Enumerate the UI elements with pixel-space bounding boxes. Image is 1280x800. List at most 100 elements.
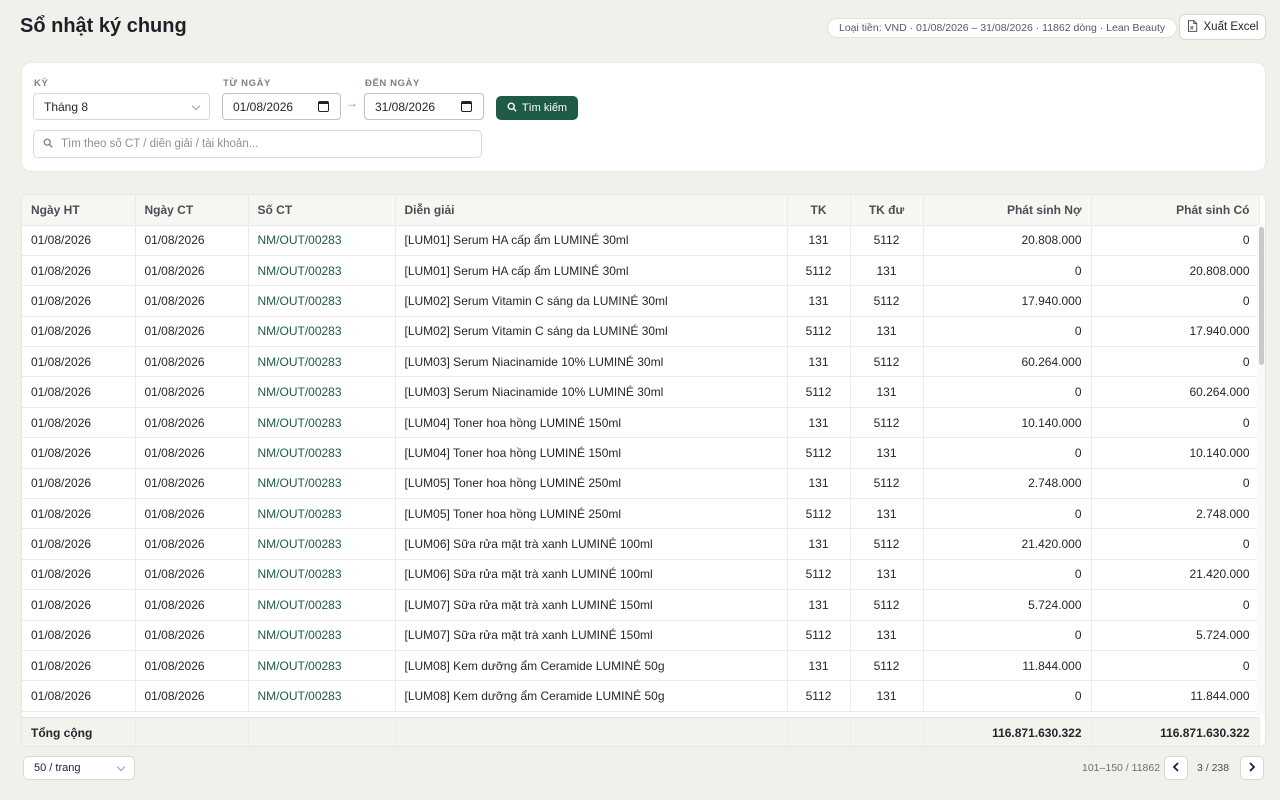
total-row: Tổng cộng 116.871.630.322 116.871.630.32… [22,717,1260,746]
column-header-description[interactable]: Diễn giải [395,195,788,226]
cell-credit: 0 [1091,346,1260,378]
cell-document-no[interactable]: NM/OUT/00283 [248,407,396,439]
column-header-document-no[interactable]: Số CT [248,195,396,226]
cell-description: [LUM06] Sữa rửa mặt trà xanh LUMINÉ 100m… [395,528,788,560]
cell-posting-date: 01/08/2026 [22,589,136,621]
per-page-value: 50 / trang [34,762,81,774]
total-debit: 116.871.630.322 [923,718,1092,746]
cell-document-date: 01/08/2026 [135,255,249,287]
arrow-right-icon: → [346,96,358,110]
search-icon [507,101,517,115]
cell-document-no[interactable]: NM/OUT/00283 [248,285,396,317]
keyword-search-input[interactable] [61,138,461,150]
table-row[interactable]: 01/08/2026 01/08/2026 NM/OUT/00283 [LUM01] … [22,255,1260,287]
cell-document-no[interactable]: NM/OUT/00283 [248,650,396,682]
cell-description: [LUM07] Sữa rửa mặt trà xanh LUMINÉ 150m… [395,589,788,621]
cell-document-date: 01/08/2026 [135,407,249,439]
previous-page-button[interactable] [1164,756,1188,780]
cell-document-no[interactable]: NM/OUT/00283 [248,437,396,469]
cell-contra-account: 5112 [850,589,924,621]
cell-document-no[interactable]: NM/OUT/00283 [248,620,396,651]
to-date-input[interactable]: 31/08/2026 [364,93,484,120]
table-row[interactable]: 01/08/2026 01/08/2026 NM/OUT/00283 [LUM02] … [22,316,1260,348]
cell-document-date: 01/08/2026 [135,468,249,500]
cell-account: 131 [787,285,851,317]
cell-debit: 2.748.000 [923,468,1092,500]
column-header-debit[interactable]: Phát sinh Nợ [923,195,1092,226]
cell-credit: 10.140.000 [1091,437,1260,469]
cell-debit: 0 [923,620,1092,651]
column-header-credit[interactable]: Phát sinh Có [1091,195,1260,226]
table-row[interactable]: 01/08/2026 01/08/2026 NM/OUT/00283 [LUM06] … [22,559,1260,591]
cell-account: 131 [787,346,851,378]
period-select[interactable]: Tháng 8 [33,93,210,120]
table-row[interactable]: 01/08/2026 01/08/2026 NM/OUT/00283 [LUM03] … [22,346,1260,378]
table-row[interactable]: 01/08/2026 01/08/2026 NM/OUT/00283 [LUM08] … [22,650,1260,682]
cell-document-no[interactable]: NM/OUT/00283 [248,468,396,500]
table-header-row: Ngày HT Ngày CT Số CT Diễn giải TK TK đư… [22,195,1260,226]
table-row[interactable]: 01/08/2026 01/08/2026 NM/OUT/00283 [LUM04] … [22,407,1260,439]
table-row[interactable]: 01/08/2026 01/08/2026 NM/OUT/00283 [LUM07] … [22,620,1260,651]
cell-account: 131 [787,468,851,500]
cell-account: 5112 [787,498,851,530]
table-row[interactable]: 01/08/2026 01/08/2026 NM/OUT/00283 [LUM02] … [22,285,1260,317]
cell-debit: 0 [923,559,1092,591]
cell-description: [LUM05] Toner hoa hồng LUMINÉ 250ml [395,498,788,530]
cell-credit: 11.844.000 [1091,680,1260,712]
table-row[interactable]: 01/08/2026 01/08/2026 NM/OUT/00283 [LUM07] … [22,589,1260,621]
cell-document-no[interactable]: NM/OUT/00283 [248,498,396,530]
cell-credit: 0 [1091,589,1260,621]
column-header-document-date[interactable]: Ngày CT [135,195,249,226]
table-row[interactable]: 01/08/2026 01/08/2026 NM/OUT/00283 [LUM06] … [22,528,1260,560]
cell-credit: 20.808.000 [1091,255,1260,287]
cell-description: [LUM03] Serum Niacinamide 10% LUMINÉ 30m… [395,346,788,378]
cell-document-no[interactable]: NM/OUT/00283 [248,225,396,256]
cell-document-no[interactable]: NM/OUT/00283 [248,528,396,560]
keyword-search-field[interactable] [33,130,482,158]
cell-document-date: 01/08/2026 [135,680,249,712]
cell-description: [LUM03] Serum Niacinamide 10% LUMINÉ 30m… [395,376,788,408]
cell-contra-account: 131 [850,620,924,651]
calendar-icon[interactable] [318,101,329,112]
cell-document-no[interactable]: NM/OUT/00283 [248,316,396,348]
from-date-input[interactable]: 01/08/2026 [222,93,341,120]
cell-document-no[interactable]: NM/OUT/00283 [248,346,396,378]
per-page-select[interactable]: 50 / trang [23,756,135,780]
cell-credit: 60.264.000 [1091,376,1260,408]
cell-account: 5112 [787,680,851,712]
table-row[interactable]: 01/08/2026 01/08/2026 NM/OUT/00283 [LUM03] … [22,376,1260,408]
calendar-icon[interactable] [461,101,472,112]
cell-posting-date: 01/08/2026 [22,468,136,500]
table-row[interactable]: 01/08/2026 01/08/2026 NM/OUT/00283 [LUM04] … [22,437,1260,469]
column-header-account[interactable]: TK [787,195,851,226]
cell-debit: 0 [923,498,1092,530]
next-page-button[interactable] [1240,756,1264,780]
cell-contra-account: 5112 [850,468,924,500]
cell-document-no[interactable]: NM/OUT/00283 [248,255,396,287]
column-header-posting-date[interactable]: Ngày HT [22,195,136,226]
table-scrollbar-thumb[interactable] [1259,227,1264,365]
cell-document-no[interactable]: NM/OUT/00283 [248,680,396,712]
cell-posting-date: 01/08/2026 [22,620,136,651]
table-row[interactable]: 01/08/2026 01/08/2026 NM/OUT/00283 [LUM01] … [22,225,1260,256]
period-value: Tháng 8 [44,99,89,114]
table-row[interactable]: 01/08/2026 01/08/2026 NM/OUT/00283 [LUM08] … [22,680,1260,712]
chevron-down-icon [116,762,126,772]
to-date-value: 31/08/2026 [375,99,436,114]
table-row[interactable]: 01/08/2026 01/08/2026 NM/OUT/00283 [LUM05] … [22,498,1260,530]
cell-contra-account: 5112 [850,346,924,378]
cell-description: [LUM07] Sữa rửa mặt trà xanh LUMINÉ 150m… [395,620,788,651]
cell-document-no[interactable]: NM/OUT/00283 [248,559,396,591]
search-button[interactable]: Tìm kiếm [496,96,578,120]
export-excel-button[interactable]: Xuất Excel [1179,14,1266,40]
cell-account: 131 [787,225,851,256]
cell-document-no[interactable]: NM/OUT/00283 [248,589,396,621]
table-row[interactable]: 01/08/2026 01/08/2026 NM/OUT/00283 [LUM05] … [22,468,1260,500]
cell-document-date: 01/08/2026 [135,559,249,591]
cell-posting-date: 01/08/2026 [22,407,136,439]
page-title: Sổ nhật ký chung [20,15,187,37]
total-credit: 116.871.630.322 [1091,718,1260,746]
column-header-contra-account[interactable]: TK đư [850,195,924,226]
cell-document-no[interactable]: NM/OUT/00283 [248,376,396,408]
chevron-right-icon [1248,759,1256,777]
